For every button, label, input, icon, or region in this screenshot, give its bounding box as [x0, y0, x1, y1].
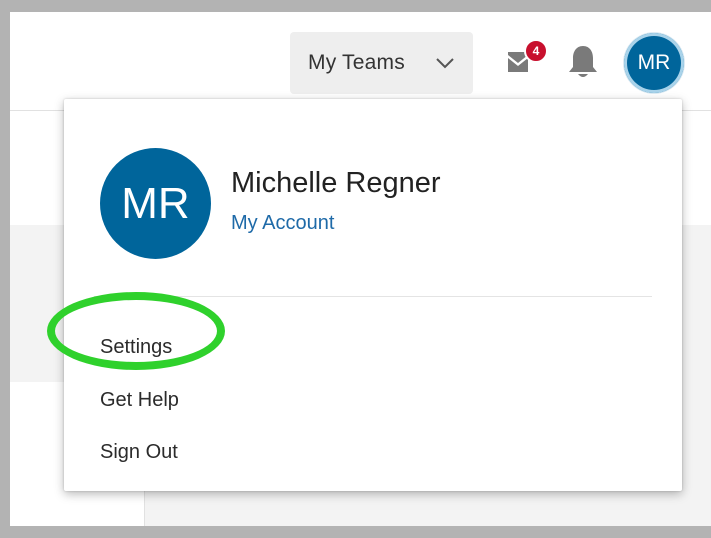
settings-highlight-annotation [47, 292, 225, 370]
app-window: My Teams 4 MR MR Michelle Regner My Acco… [10, 12, 711, 526]
chevron-down-icon [436, 58, 454, 69]
top-header: My Teams 4 MR [10, 12, 711, 111]
bell-icon [569, 46, 597, 77]
notifications-button[interactable] [567, 43, 599, 81]
my-teams-label: My Teams [308, 51, 405, 74]
message-count-badge: 4 [524, 39, 548, 63]
user-avatar-button[interactable]: MR [624, 33, 684, 93]
menu-item-get-help[interactable]: Get Help [100, 389, 179, 412]
my-teams-dropdown[interactable]: My Teams [290, 32, 473, 94]
user-name: Michelle Regner [231, 167, 441, 199]
profile-avatar: MR [100, 148, 211, 259]
my-account-link[interactable]: My Account [231, 212, 334, 235]
menu-item-sign-out[interactable]: Sign Out [100, 441, 178, 464]
